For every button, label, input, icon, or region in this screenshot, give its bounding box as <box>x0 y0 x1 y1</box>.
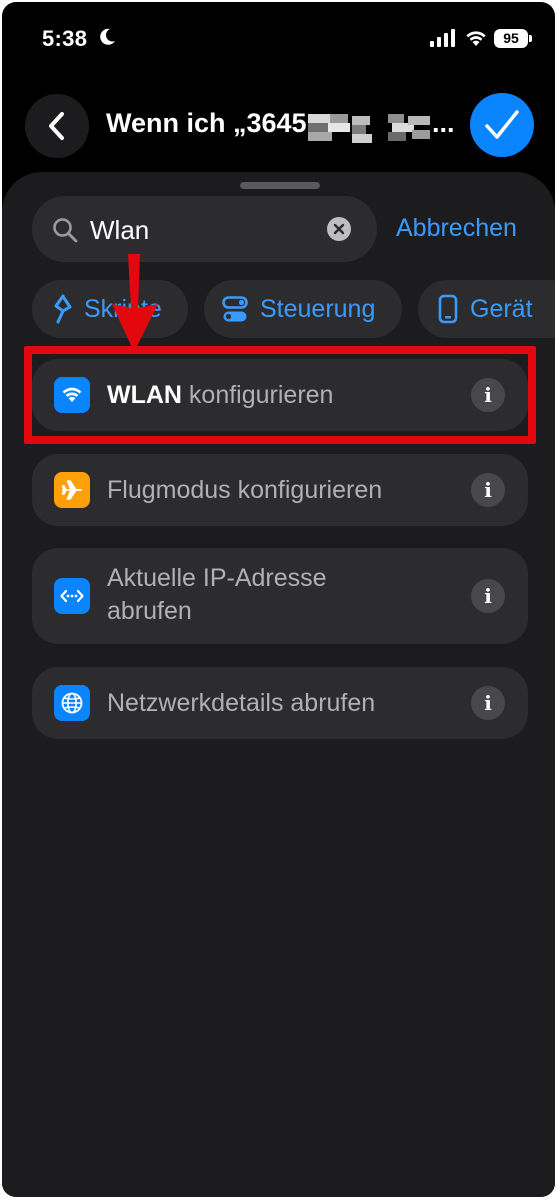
screen: 5:38 95 Wenn ich „3645 ... Wlan Abbreche… <box>2 2 555 1197</box>
globe-icon <box>54 685 90 721</box>
info-button[interactable]: i <box>471 686 505 720</box>
result-row-ip-address[interactable]: Aktuelle IP-Adresse abrufen i <box>32 548 528 644</box>
category-label: Gerät <box>470 295 533 323</box>
sheet-grabber[interactable] <box>240 182 320 189</box>
result-row-network-details[interactable]: Netzwerkdetails abrufen i <box>32 667 528 739</box>
info-button[interactable]: i <box>471 473 505 507</box>
toggle-icon <box>222 296 248 322</box>
category-label: Steuerung <box>260 295 376 323</box>
shortcut-title: Wenn ich „3645 <box>106 108 307 138</box>
done-button[interactable] <box>470 93 534 157</box>
clear-icon[interactable] <box>327 217 351 241</box>
magnifier-icon <box>53 218 78 243</box>
airplane-icon <box>54 472 90 508</box>
phone-icon <box>438 294 458 324</box>
battery-icon: 95 <box>494 29 532 48</box>
ip-address-icon <box>54 578 90 614</box>
back-button[interactable] <box>25 94 89 158</box>
scripting-icon <box>54 294 72 324</box>
result-label: Netzwerkdetails abrufen <box>107 689 376 717</box>
cellular-signal-icon <box>430 29 455 47</box>
info-button[interactable]: i <box>471 579 505 613</box>
checkmark-icon <box>485 110 519 139</box>
moon-icon <box>100 28 115 45</box>
wifi-icon <box>466 31 486 46</box>
result-row-airplane-mode[interactable]: Flugmodus konfigurieren i <box>32 454 528 526</box>
status-time: 5:38 <box>42 26 88 51</box>
category-chip-control[interactable]: Steuerung <box>204 280 402 338</box>
result-label: Flugmodus konfigurieren <box>107 476 383 504</box>
cancel-button[interactable]: Abbrechen <box>396 214 517 243</box>
annotation-arrow-icon <box>112 254 158 352</box>
chevron-left-icon <box>49 112 64 140</box>
status-bar: 5:38 95 <box>2 2 555 72</box>
category-chip-device[interactable]: Gerät <box>418 280 555 338</box>
search-field[interactable]: Wlan <box>32 196 377 262</box>
redacted-text <box>308 112 432 143</box>
search-input[interactable]: Wlan <box>90 215 149 246</box>
title-ellipsis: ... <box>432 108 455 138</box>
highlight-box <box>24 346 536 444</box>
result-label: Aktuelle IP-Adresse abrufen <box>107 564 327 625</box>
